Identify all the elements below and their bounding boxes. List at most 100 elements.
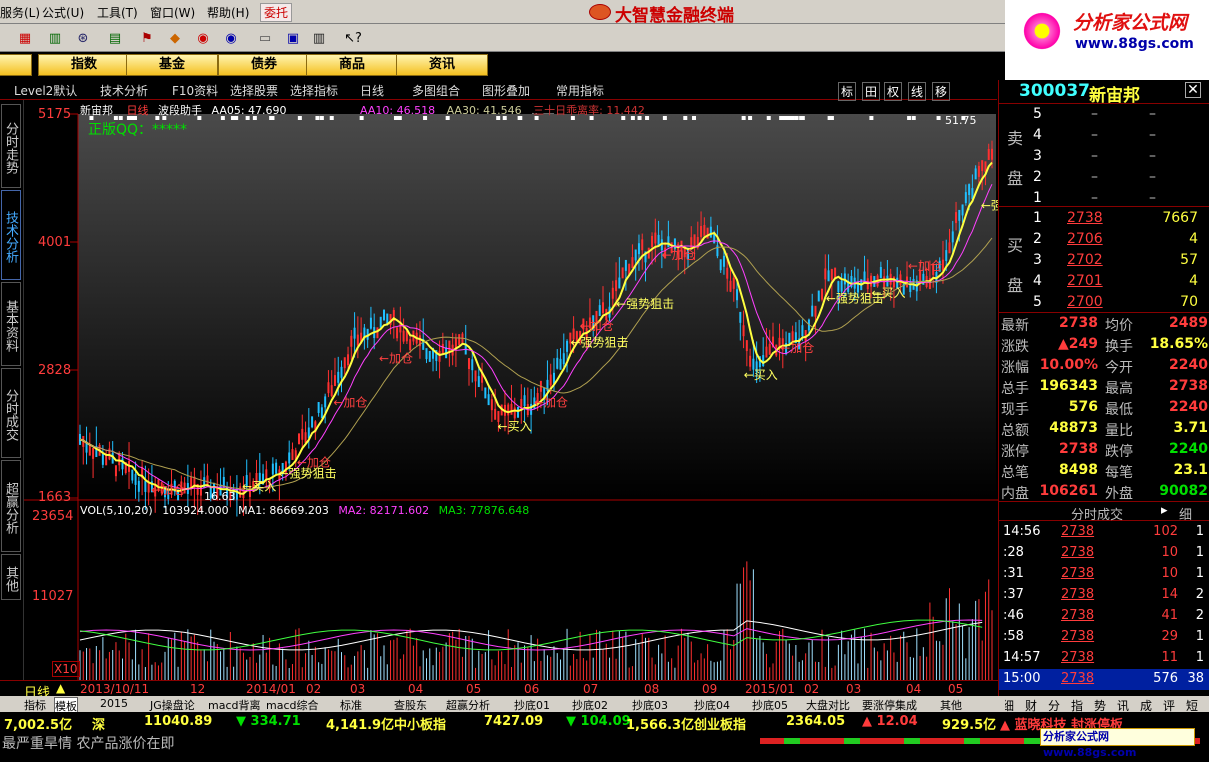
tool-grid[interactable]: 田 — [862, 82, 881, 101]
menu-tools[interactable]: 工具(T) — [97, 4, 138, 21]
menu-formula[interactable]: 公式(U) — [42, 4, 84, 21]
buy-row[interactable]: 1 2738 7667 — [999, 208, 1209, 229]
indicator-tab[interactable]: 指标 — [24, 697, 46, 713]
tab-select-stock[interactable]: 选择股票 — [230, 82, 278, 99]
logo-red-icon[interactable]: ◉ — [192, 28, 214, 48]
tool-move[interactable]: 移 — [932, 82, 951, 101]
help-cursor-icon[interactable]: ↖? — [342, 28, 364, 48]
indicator-tab[interactable]: 2015 — [100, 697, 128, 710]
indicator-tab[interactable]: 查股东 — [394, 697, 427, 713]
menu-service[interactable]: 服务(L) — [0, 4, 40, 21]
print-icon[interactable]: ▭ — [254, 28, 276, 48]
buy-row[interactable]: 3 2702 57 — [999, 250, 1209, 271]
candle-body — [631, 257, 634, 269]
date-label: 2013/10/11 — [80, 682, 150, 696]
close-quote-icon[interactable]: ✕ — [1185, 82, 1201, 98]
sidebar-other[interactable]: 其他 — [1, 554, 21, 600]
sidebar-trades[interactable]: 分时成交 — [1, 368, 21, 458]
window-icon[interactable]: ▣ — [282, 28, 304, 48]
tab-tech[interactable]: 技术分析 — [100, 82, 148, 99]
tab-common[interactable]: 常用指标 — [556, 82, 604, 99]
candle-body — [837, 281, 840, 293]
tab-level2[interactable]: Level2默认 — [14, 82, 77, 99]
tool-line[interactable]: 线 — [908, 82, 927, 101]
grid-icon[interactable]: ▦ — [14, 28, 36, 48]
nav-bond[interactable]: 债券 — [218, 54, 310, 76]
restore-icon[interactable]: ❐ — [1159, 58, 1170, 72]
indicator-tab[interactable]: 抄底02 — [572, 697, 608, 713]
tool-mark[interactable]: 标 — [838, 82, 857, 101]
sell-row[interactable]: 2 – – — [999, 167, 1209, 188]
tick-time: :46 — [1003, 608, 1024, 623]
ticker-smb-amount: 4,141.9亿 — [326, 718, 395, 733]
nav-index[interactable]: 指数 — [38, 54, 130, 76]
chart-area[interactable]: ←加仓 ←买入 ←强势狙击 ←加仓 ←加仓 ←加仓 ←买入 ←加仓 ←强势狙击 ←加仓 ←强势狙击 ←… — [24, 100, 998, 680]
tab-daily[interactable]: 日线 — [360, 82, 384, 99]
nav-fund[interactable]: 基金 — [126, 54, 218, 76]
indicator-tab[interactable]: 标准 — [340, 697, 362, 713]
tick-row: :46 2738 41 2 — [999, 606, 1209, 627]
ticks-arrow-icon[interactable]: ▸ — [1161, 503, 1168, 518]
nav-stock[interactable]: 股 — [0, 54, 32, 76]
sell-row[interactable]: 4 – – — [999, 125, 1209, 146]
books-icon[interactable]: ▥ — [308, 28, 330, 48]
sidebar-intraday[interactable]: 分时走势 — [1, 104, 21, 188]
diamond-icon[interactable]: ◆ — [164, 28, 186, 48]
tab-multi[interactable]: 多图组合 — [412, 82, 460, 99]
ticks-detail-tab[interactable]: 细 — [1179, 504, 1192, 523]
ticker-sz-label: 深 — [92, 718, 106, 733]
period-triangle-icon[interactable]: ▲ — [56, 681, 65, 695]
indicator-tab[interactable]: 要涨停集成 — [862, 697, 917, 713]
indicator-tab[interactable]: macd综合 — [266, 697, 319, 713]
sidebar-basic[interactable]: 基本资料 — [1, 282, 21, 366]
indicator-tab[interactable]: 其他 — [940, 697, 962, 713]
sell-level: 1 — [1033, 190, 1042, 206]
minimize-icon[interactable]: _ — [1137, 58, 1143, 72]
tool-rights[interactable]: 权 — [884, 82, 903, 101]
tab-overlay[interactable]: 图形叠加 — [482, 82, 530, 99]
tab-f10[interactable]: F10资料 — [172, 82, 218, 99]
chart-icon[interactable]: ▤ — [104, 28, 126, 48]
candle-body — [736, 289, 739, 301]
indicator-tab[interactable]: macd背离 — [208, 697, 261, 713]
sell-row[interactable]: 5 – – — [999, 104, 1209, 125]
buy-row[interactable]: 5 2700 70 — [999, 292, 1209, 313]
indicator-tab[interactable]: 抄底01 — [514, 697, 550, 713]
news-headline[interactable]: 最严重旱情 农产品涨价在即 — [2, 733, 174, 753]
indicator-tab[interactable]: 抄底04 — [694, 697, 730, 713]
nav-news[interactable]: 资讯 — [396, 54, 488, 76]
candle-body — [745, 340, 748, 352]
buy-row[interactable]: 2 2706 4 — [999, 229, 1209, 250]
stat-value: 2738 — [1169, 378, 1208, 394]
indicator-tab[interactable]: 抄底03 — [632, 697, 668, 713]
candle-body — [722, 255, 725, 267]
buy-row[interactable]: 4 2701 4 — [999, 271, 1209, 292]
sidebar-super[interactable]: 超赢分析 — [1, 460, 21, 552]
candle-body — [709, 226, 712, 238]
candle-body — [945, 250, 948, 262]
vol-ma2: MA2: 82171.602 — [338, 504, 430, 517]
menu-window[interactable]: 窗口(W) — [150, 4, 195, 21]
indicator-tab[interactable]: 大盘对比 — [806, 697, 850, 713]
tick-row: 14:56 2738 102 1 — [999, 522, 1209, 543]
logo-blue-icon[interactable]: ◉ — [220, 28, 242, 48]
indicator-tab[interactable]: JG操盘论 — [150, 697, 195, 713]
close-icon[interactable]: ✕ — [1181, 58, 1191, 72]
trust-button[interactable]: 委托 — [260, 3, 293, 22]
candle-body — [327, 382, 330, 394]
bars-icon[interactable]: ▥ — [44, 28, 66, 48]
date-label: 02 — [306, 682, 322, 696]
volume-pane-bg — [78, 506, 996, 680]
indicator-tab[interactable]: 超赢分析 — [446, 697, 490, 713]
sidebar-tech[interactable]: 技术分析 — [1, 190, 21, 280]
nav-commodity[interactable]: 商品 — [306, 54, 398, 76]
alert-icon[interactable]: ⚑ — [136, 28, 158, 48]
menu-help[interactable]: 帮助(H) — [207, 4, 249, 21]
indicator-tab[interactable]: 抄底05 — [752, 697, 788, 713]
sell-row[interactable]: 3 – – — [999, 146, 1209, 167]
binoculars-icon[interactable]: ⊛ — [72, 28, 94, 48]
signal-label: ←加仓 — [333, 395, 367, 409]
buy-level: 3 — [1033, 252, 1042, 268]
tab-select-indicator[interactable]: 选择指标 — [290, 82, 338, 99]
candle-body — [830, 268, 833, 280]
